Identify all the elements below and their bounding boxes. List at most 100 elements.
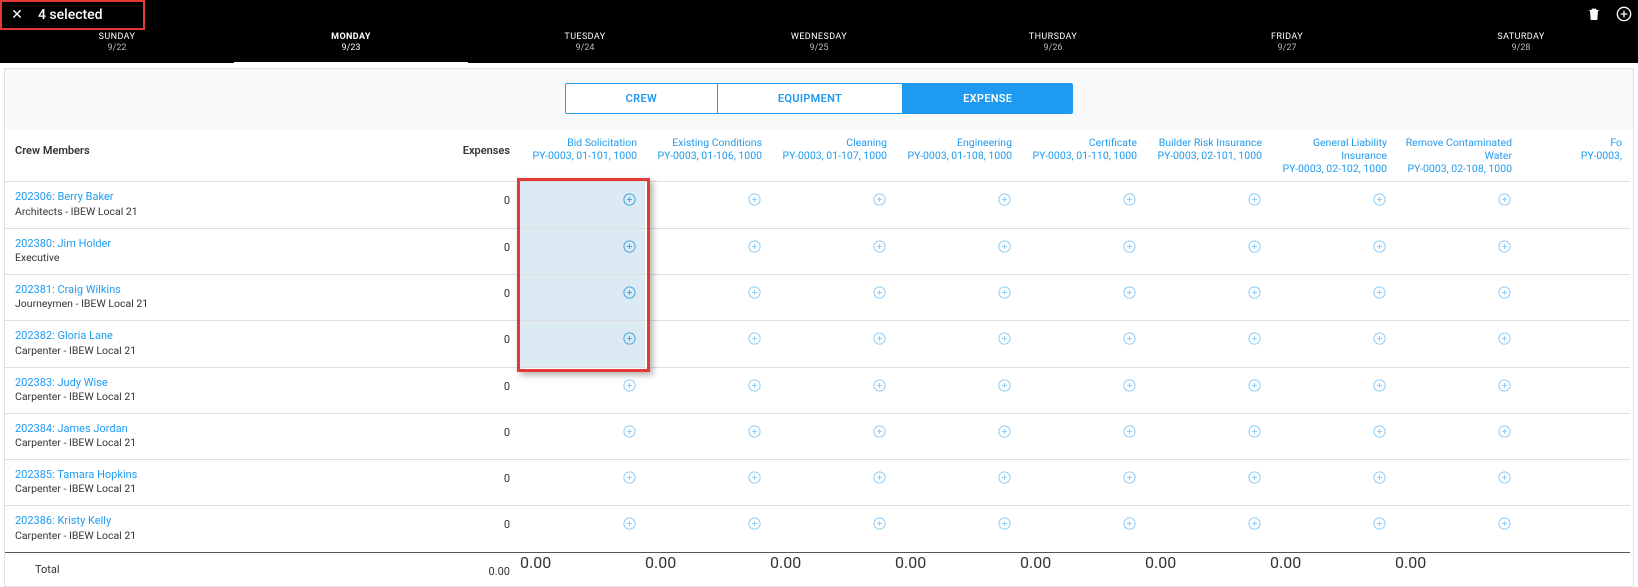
add-expense-cell[interactable] [645, 505, 770, 551]
add-expense-cell[interactable] [1020, 505, 1145, 551]
add-expense-cell[interactable] [895, 459, 1020, 505]
add-expense-cell[interactable] [1270, 320, 1395, 366]
add-expense-cell[interactable] [520, 274, 645, 320]
add-expense-cell[interactable] [770, 228, 895, 274]
add-expense-cell[interactable] [895, 320, 1020, 366]
day-tab-sunday[interactable]: SUNDAY9/22 [0, 28, 234, 63]
add-expense-cell[interactable] [645, 367, 770, 413]
add-expense-cell[interactable] [1395, 459, 1520, 505]
add-expense-cell[interactable] [1395, 413, 1520, 459]
add-expense-cell[interactable] [1020, 228, 1145, 274]
header-col-7[interactable]: Remove Contaminated WaterPY-0003, 02-108… [1395, 130, 1520, 181]
add-expense-cell[interactable] [520, 181, 645, 227]
add-expense-cell[interactable] [645, 413, 770, 459]
add-expense-cell[interactable] [770, 320, 895, 366]
add-expense-cell[interactable] [1395, 505, 1520, 551]
add-expense-cell[interactable] [1145, 181, 1270, 227]
add-expense-cell[interactable] [1145, 413, 1270, 459]
crew-name-link[interactable]: 202306: Berry Baker [15, 190, 385, 204]
add-expense-cell[interactable] [1270, 274, 1395, 320]
add-icon[interactable] [1616, 6, 1632, 26]
add-expense-cell[interactable] [770, 367, 895, 413]
add-expense-cell[interactable] [1020, 320, 1145, 366]
day-tab-friday[interactable]: FRIDAY9/27 [1170, 28, 1404, 63]
add-expense-cell[interactable] [1020, 367, 1145, 413]
add-expense-cell[interactable] [1145, 228, 1270, 274]
add-expense-cell[interactable] [645, 320, 770, 366]
header-col-8[interactable]: FoPY-0003, [1520, 130, 1630, 181]
add-expense-cell[interactable] [1020, 459, 1145, 505]
add-expense-cell[interactable] [895, 413, 1020, 459]
add-expense-cell[interactable] [1020, 274, 1145, 320]
header-col-2[interactable]: CleaningPY-0003, 01-107, 1000 [770, 130, 895, 181]
add-expense-cell[interactable] [1520, 413, 1630, 459]
add-expense-cell[interactable] [1145, 367, 1270, 413]
header-col-0[interactable]: Bid SolicitationPY-0003, 01-101, 1000 [520, 130, 645, 181]
add-expense-cell[interactable] [1020, 181, 1145, 227]
crew-name-link[interactable]: 202384: James Jordan [15, 422, 385, 436]
tab-crew[interactable]: CREW [566, 84, 718, 113]
day-tab-wednesday[interactable]: WEDNESDAY9/25 [702, 28, 936, 63]
add-expense-cell[interactable] [895, 181, 1020, 227]
header-col-5[interactable]: Builder Risk InsurancePY-0003, 02-101, 1… [1145, 130, 1270, 181]
crew-name-link[interactable]: 202381: Craig Wilkins [15, 283, 385, 297]
day-tab-monday[interactable]: MONDAY9/23 [234, 28, 468, 63]
add-expense-cell[interactable] [770, 181, 895, 227]
add-expense-cell[interactable] [1520, 459, 1630, 505]
day-tab-tuesday[interactable]: TUESDAY9/24 [468, 28, 702, 63]
add-expense-cell[interactable] [1145, 459, 1270, 505]
add-expense-cell[interactable] [1395, 274, 1520, 320]
add-expense-cell[interactable] [1520, 505, 1630, 551]
add-expense-cell[interactable] [895, 274, 1020, 320]
add-expense-cell[interactable] [770, 274, 895, 320]
crew-name-link[interactable]: 202382: Gloria Lane [15, 329, 385, 343]
crew-cell[interactable]: 202380: Jim HolderExecutive [5, 228, 395, 274]
day-tab-thursday[interactable]: THURSDAY9/26 [936, 28, 1170, 63]
add-expense-cell[interactable] [520, 459, 645, 505]
add-expense-cell[interactable] [1395, 320, 1520, 366]
crew-cell[interactable]: 202386: Kristy KellyCarpenter - IBEW Loc… [5, 505, 395, 551]
add-expense-cell[interactable] [520, 320, 645, 366]
add-expense-cell[interactable] [1520, 367, 1630, 413]
add-expense-cell[interactable] [1520, 274, 1630, 320]
grid-wrap[interactable]: Crew MembersExpensesBid SolicitationPY-0… [5, 130, 1633, 586]
crew-cell[interactable]: 202306: Berry BakerArchitects - IBEW Loc… [5, 181, 395, 227]
add-expense-cell[interactable] [895, 228, 1020, 274]
add-expense-cell[interactable] [1270, 181, 1395, 227]
crew-cell[interactable]: 202383: Judy WiseCarpenter - IBEW Local … [5, 367, 395, 413]
add-expense-cell[interactable] [1520, 181, 1630, 227]
add-expense-cell[interactable] [770, 413, 895, 459]
add-expense-cell[interactable] [645, 274, 770, 320]
trash-icon[interactable] [1586, 6, 1602, 26]
add-expense-cell[interactable] [1395, 181, 1520, 227]
day-tab-saturday[interactable]: SATURDAY9/28 [1404, 28, 1638, 63]
add-expense-cell[interactable] [1520, 228, 1630, 274]
add-expense-cell[interactable] [1145, 505, 1270, 551]
crew-name-link[interactable]: 202386: Kristy Kelly [15, 514, 385, 528]
crew-cell[interactable]: 202381: Craig WilkinsJourneymen - IBEW L… [5, 274, 395, 320]
add-expense-cell[interactable] [520, 228, 645, 274]
add-expense-cell[interactable] [770, 505, 895, 551]
header-col-4[interactable]: CertificatePY-0003, 01-110, 1000 [1020, 130, 1145, 181]
add-expense-cell[interactable] [1270, 367, 1395, 413]
crew-name-link[interactable]: 202380: Jim Holder [15, 237, 385, 251]
add-expense-cell[interactable] [1270, 228, 1395, 274]
add-expense-cell[interactable] [1270, 413, 1395, 459]
add-expense-cell[interactable] [645, 459, 770, 505]
add-expense-cell[interactable] [1395, 367, 1520, 413]
add-expense-cell[interactable] [1270, 505, 1395, 551]
add-expense-cell[interactable] [895, 505, 1020, 551]
crew-cell[interactable]: 202385: Tamara HopkinsCarpenter - IBEW L… [5, 459, 395, 505]
add-expense-cell[interactable] [1520, 320, 1630, 366]
close-icon[interactable]: ✕ [8, 7, 26, 23]
add-expense-cell[interactable] [1020, 413, 1145, 459]
add-expense-cell[interactable] [645, 181, 770, 227]
crew-name-link[interactable]: 202383: Judy Wise [15, 376, 385, 390]
crew-cell[interactable]: 202382: Gloria LaneCarpenter - IBEW Loca… [5, 320, 395, 366]
crew-name-link[interactable]: 202385: Tamara Hopkins [15, 468, 385, 482]
add-expense-cell[interactable] [1145, 320, 1270, 366]
tab-equipment[interactable]: EQUIPMENT [718, 84, 903, 113]
header-col-1[interactable]: Existing ConditionsPY-0003, 01-106, 1000 [645, 130, 770, 181]
add-expense-cell[interactable] [895, 367, 1020, 413]
add-expense-cell[interactable] [645, 228, 770, 274]
